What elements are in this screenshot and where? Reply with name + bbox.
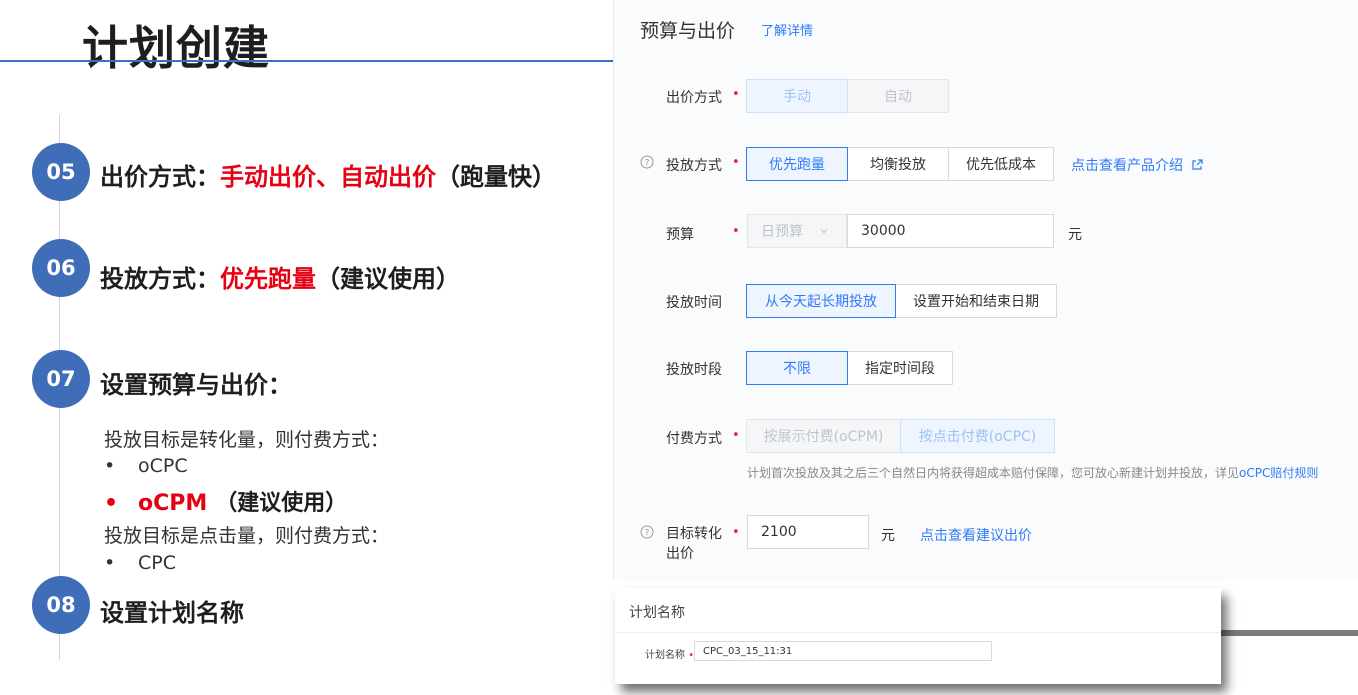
suggested-bid-link[interactable]: 点击查看建议出价 xyxy=(920,525,1032,545)
target-bid-label: 目标转化 出价 xyxy=(666,524,722,564)
bullet-ocpm: • oCPM （建议使用） xyxy=(104,485,347,517)
required-mark: • xyxy=(732,155,740,170)
bid-method-segment: 手动 自动 xyxy=(746,79,949,113)
step-06-note: （建议使用） xyxy=(316,265,460,293)
delivery-balanced-button[interactable]: 均衡投放 xyxy=(847,147,949,181)
card-title: 计划名称 xyxy=(629,605,685,621)
compensation-rule-link[interactable]: oCPC赔付规则 xyxy=(1239,466,1318,480)
target-bid-unit: 元 xyxy=(881,528,895,544)
step-circle-05: 05 xyxy=(32,143,90,201)
delivery-method-label: 投放方式 xyxy=(666,158,722,174)
bullet-cpc: • CPC xyxy=(104,552,176,574)
bullet-ocpc-text: oCPC xyxy=(138,455,188,477)
budget-unit: 元 xyxy=(1068,227,1082,243)
plan-name-card: 计划名称 计划名称 • CPC_03_15_11:31 xyxy=(615,588,1221,684)
help-icon[interactable]: ? xyxy=(640,155,654,173)
budget-type-select[interactable]: 日预算 xyxy=(747,214,847,248)
delivery-period-label: 投放时段 xyxy=(666,362,722,378)
delivery-period-segment: 不限 指定时间段 xyxy=(746,351,953,385)
long-term-button[interactable]: 从今天起长期投放 xyxy=(746,284,896,318)
bullet-dot: • xyxy=(104,491,119,516)
click-text: 投放目标是点击量，则付费方式： xyxy=(104,525,390,547)
slide-title: 计划创建 xyxy=(82,21,270,75)
step-08-label: 设置计划名称 xyxy=(100,599,244,627)
detail-link[interactable]: 了解详情 xyxy=(761,20,813,39)
step-06-highlight: 优先跑量 xyxy=(220,265,316,293)
target-bid-label-line2: 出价 xyxy=(666,546,694,562)
required-mark: • xyxy=(732,87,740,102)
bid-manual-button[interactable]: 手动 xyxy=(746,79,848,113)
step-05-label: 出价方式： xyxy=(100,163,220,191)
product-intro-link[interactable]: 点击查看产品介绍 xyxy=(1071,155,1204,175)
svg-text:?: ? xyxy=(645,159,650,169)
step-circle-06: 06 xyxy=(32,239,90,297)
delivery-time-label: 投放时间 xyxy=(666,295,722,311)
chevron-down-icon xyxy=(820,229,828,234)
bullet-dot: • xyxy=(104,455,116,477)
target-bid-label-line1: 目标转化 xyxy=(666,526,722,542)
required-mark: • xyxy=(732,428,740,443)
step-05-highlight: 手动出价、自动出价 xyxy=(220,163,436,191)
step-08-text: 设置计划名称 xyxy=(100,593,244,628)
target-bid-input[interactable]: 2100 xyxy=(747,515,869,549)
shadow-bar xyxy=(1221,630,1358,636)
step-05-text: 出价方式：手动出价、自动出价（跑量快） xyxy=(100,157,556,192)
external-link-icon xyxy=(1192,159,1204,170)
delivery-low-cost-button[interactable]: 优先低成本 xyxy=(948,147,1054,181)
pay-ocpc-button[interactable]: 按点击付费(oCPC) xyxy=(900,419,1055,453)
specific-period-button[interactable]: 指定时间段 xyxy=(847,351,953,385)
date-range-button[interactable]: 设置开始和结束日期 xyxy=(895,284,1057,318)
svg-text:?: ? xyxy=(645,529,650,539)
bullet-ocpc: • oCPC xyxy=(104,455,188,477)
plan-name-label: 计划名称 • xyxy=(645,646,694,661)
budget-label: 预算 xyxy=(666,227,694,243)
step-circle-07: 07 xyxy=(32,350,90,408)
title-underline xyxy=(0,60,615,62)
required-mark: • xyxy=(732,525,740,540)
payment-label: 付费方式 xyxy=(666,431,722,447)
payment-hint-text: 计划首次投放及其之后三个自然日内将获得超成本赔付保障，您可放心新建计划并投放，详… xyxy=(747,466,1240,480)
payment-segment: 按展示付费(oCPM) 按点击付费(oCPC) xyxy=(746,419,1055,453)
bullet-ocpm-note: （建议使用） xyxy=(215,491,348,516)
bid-auto-button[interactable]: 自动 xyxy=(847,79,949,113)
step-07-text: 设置预算与出价： xyxy=(100,365,292,400)
plan-name-input[interactable]: CPC_03_15_11:31 xyxy=(694,641,992,661)
step-circle-08: 08 xyxy=(32,576,90,634)
pay-ocpm-button[interactable]: 按展示付费(oCPM) xyxy=(746,419,901,453)
panel-title: 预算与出价 xyxy=(640,20,736,42)
step-07-label: 设置预算与出价： xyxy=(100,371,292,399)
step-06-text: 投放方式：优先跑量（建议使用） xyxy=(100,259,460,294)
delivery-time-segment: 从今天起长期投放 设置开始和结束日期 xyxy=(746,284,1057,318)
bid-method-label: 出价方式 xyxy=(666,90,722,106)
step-05-note: （跑量快） xyxy=(436,163,556,191)
product-intro-link-text: 点击查看产品介绍 xyxy=(1071,158,1183,174)
conv-text: 投放目标是转化量，则付费方式： xyxy=(104,429,390,451)
budget-type-value: 日预算 xyxy=(761,224,803,240)
plan-name-label-text: 计划名称 xyxy=(645,650,685,661)
bullet-cpc-text: CPC xyxy=(138,552,176,574)
budget-input[interactable]: 30000 xyxy=(847,214,1054,248)
payment-hint: 计划首次投放及其之后三个自然日内将获得超成本赔付保障，您可放心新建计划并投放，详… xyxy=(747,464,1318,481)
delivery-method-segment: 优先跑量 均衡投放 优先低成本 xyxy=(746,147,1054,181)
help-icon[interactable]: ? xyxy=(640,525,654,543)
required-mark: • xyxy=(732,224,740,239)
bullet-ocpm-text: oCPM xyxy=(138,491,208,516)
unlimited-button[interactable]: 不限 xyxy=(746,351,848,385)
delivery-priority-volume-button[interactable]: 优先跑量 xyxy=(746,147,848,181)
card-separator xyxy=(615,632,1221,633)
budget-bid-panel: 预算与出价 了解详情 出价方式 • 手动 自动 ? 投放方式 • 优先跑量 均衡… xyxy=(613,0,1358,580)
bullet-dot: • xyxy=(104,552,116,574)
step-06-label: 投放方式： xyxy=(100,265,220,293)
